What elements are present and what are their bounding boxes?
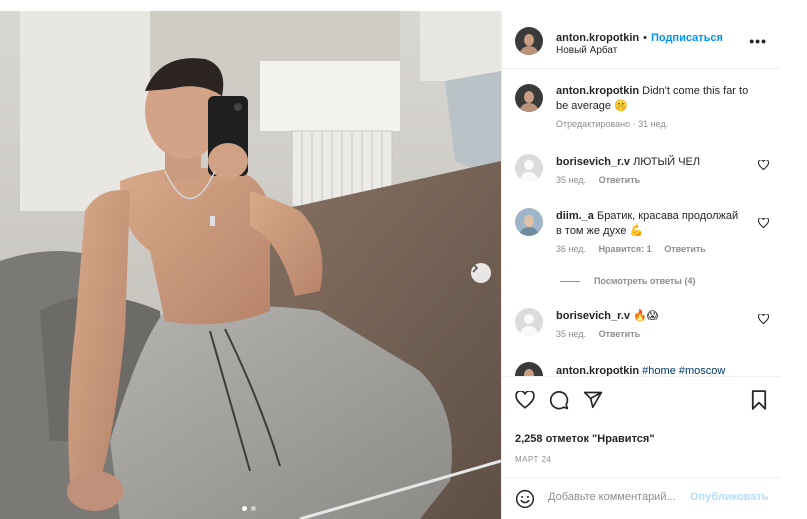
slide-indicator	[242, 506, 256, 511]
emoji-icon[interactable]	[515, 489, 535, 509]
view-replies-button[interactable]: Посмотреть ответы (4)	[560, 275, 695, 287]
comment-author[interactable]: anton.kropotkin	[556, 365, 639, 376]
post-location[interactable]: Новый Арбат	[556, 45, 617, 56]
author-username[interactable]: anton.kropotkin	[556, 32, 639, 44]
caption-author-avatar[interactable]	[515, 84, 543, 112]
publish-button[interactable]: Опубликовать	[690, 491, 769, 503]
slide-dot	[251, 506, 256, 511]
more-options-button[interactable]: •••	[749, 33, 767, 49]
commenter-avatar[interactable]	[515, 154, 543, 182]
comment-time[interactable]: 35 нед.	[556, 329, 586, 339]
comment-icon[interactable]	[549, 390, 569, 410]
share-icon[interactable]	[583, 390, 603, 410]
post-side-panel: anton.kropotkin • Подписаться Новый Арбат …	[501, 11, 781, 519]
comment-like-icon[interactable]	[758, 160, 769, 170]
caption-author[interactable]: anton.kropotkin	[556, 85, 639, 97]
replies-line	[560, 280, 580, 282]
comment-item: diim._a Братик, красава продолжай в том …	[502, 206, 781, 264]
comment-item: borisevich_r.v 🔥😱 35 нед. Ответить	[502, 306, 781, 356]
comment-input[interactable]	[548, 491, 684, 503]
mirror-selfie-image	[0, 11, 501, 519]
comment-time[interactable]: 36 нед.	[556, 244, 586, 254]
comment-like-icon[interactable]	[758, 314, 769, 324]
chevron-right-icon	[472, 263, 479, 273]
comment-item-partial: anton.kropotkin #home #moscow	[502, 360, 781, 376]
caption: anton.kropotkin Didn't come this far to …	[502, 82, 781, 146]
comment-composer: Опубликовать	[502, 477, 781, 519]
comment-like-icon[interactable]	[758, 218, 769, 228]
comment-time[interactable]: 35 нед.	[556, 175, 586, 185]
author-avatar[interactable]	[515, 27, 543, 55]
follow-button[interactable]: Подписаться	[651, 32, 723, 44]
comment-text: ЛЮТЫЙ ЧЕЛ	[633, 156, 701, 168]
reply-button[interactable]: Ответить	[599, 175, 641, 185]
comment-author[interactable]: borisevich_r.v	[556, 156, 630, 168]
comment-item: borisevich_r.v ЛЮТЫЙ ЧЕЛ 35 нед. Ответит…	[502, 152, 781, 202]
heart-icon[interactable]	[515, 391, 535, 409]
post-actions: 2,258 отметок "Нравится" МАРТ 24 Опублик…	[502, 376, 781, 519]
comments-list[interactable]: anton.kropotkin Didn't come this far to …	[502, 70, 781, 376]
comment-author[interactable]: borisevich_r.v	[556, 310, 630, 322]
comment-text: 🔥😱	[633, 310, 659, 322]
view-replies-label: Посмотреть ответы (4)	[594, 276, 696, 286]
separator-dot: •	[643, 32, 647, 44]
slide-dot-active	[242, 506, 247, 511]
bookmark-icon[interactable]	[751, 390, 767, 410]
comment-hashtags[interactable]: #home #moscow	[642, 365, 725, 376]
commenter-avatar[interactable]	[515, 208, 543, 236]
next-slide-button[interactable]	[471, 263, 491, 283]
post-date[interactable]: МАРТ 24	[515, 455, 551, 464]
commenter-avatar[interactable]	[515, 362, 543, 376]
edited-label: Отредактировано	[556, 119, 631, 129]
comment-like-count[interactable]: Нравится: 1	[599, 244, 652, 254]
likes-count[interactable]: 2,258 отметок "Нравится"	[515, 433, 655, 445]
reply-button[interactable]: Ответить	[599, 329, 641, 339]
post-header: anton.kropotkin • Подписаться Новый Арбат …	[502, 11, 781, 69]
author-line: anton.kropotkin • Подписаться	[556, 28, 723, 46]
post-photo[interactable]	[0, 11, 501, 519]
caption-time[interactable]: 31 нед.	[638, 119, 668, 129]
reply-button[interactable]: Ответить	[664, 244, 706, 254]
commenter-avatar[interactable]	[515, 308, 543, 336]
comment-author[interactable]: diim._a	[556, 210, 594, 222]
